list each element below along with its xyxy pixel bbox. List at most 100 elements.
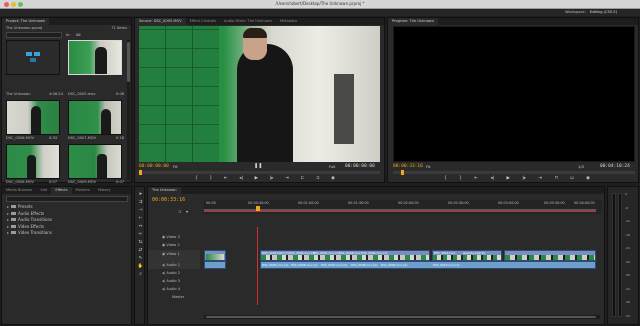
rolling-edit-tool-icon[interactable]: ⊢: [137, 215, 144, 223]
rate-stretch-tool-icon[interactable]: ↔: [137, 223, 144, 231]
thumbnail-clip[interactable]: [68, 40, 122, 75]
track-header-audio-2[interactable]: ◂) Audio 2: [148, 269, 200, 277]
tab-effects[interactable]: Effects: [51, 187, 72, 194]
work-area-bar[interactable]: [204, 209, 596, 212]
track-header-video-2[interactable]: ◉ Video 2: [148, 241, 200, 249]
video-clip[interactable]: [204, 250, 226, 261]
program-resolution-select[interactable]: 1/2: [578, 164, 584, 169]
playhead-handle[interactable]: [256, 206, 260, 211]
step-forward-icon[interactable]: |▸: [522, 176, 526, 182]
slip-tool-icon[interactable]: ⇆: [137, 239, 144, 247]
source-playhead-marker[interactable]: [139, 170, 142, 175]
tab-info[interactable]: Info: [37, 187, 52, 194]
thumbnail-clip[interactable]: [6, 144, 60, 179]
snap-icon[interactable]: ⊃: [178, 209, 181, 214]
speaker-icon[interactable]: ◂): [162, 279, 165, 283]
thumbnail-clip[interactable]: [68, 144, 122, 179]
pen-tool-icon[interactable]: ✎: [137, 255, 144, 263]
disclosure-triangle-icon[interactable]: ▸: [7, 230, 9, 235]
track-header-audio-1[interactable]: ◂) Audio 1: [148, 261, 200, 269]
eye-icon[interactable]: ◉: [162, 235, 165, 239]
tab-source[interactable]: Source: DSC_0005.MOV: [135, 18, 186, 25]
eye-icon[interactable]: ◉: [162, 252, 165, 256]
zoom-tool-icon[interactable]: ⌕: [137, 271, 144, 279]
track-header-master[interactable]: Master: [148, 293, 200, 301]
tab-history[interactable]: History: [94, 187, 115, 194]
effects-folder-video-transitions[interactable]: ▸ Video Transitions: [4, 230, 130, 237]
audio-clip[interactable]: DSC_0005.mov [A] DSC_0006.mov [A] DSC_00…: [260, 261, 596, 269]
disclosure-triangle-icon[interactable]: ▸: [7, 217, 9, 222]
timeline-hscrollbar[interactable]: [204, 315, 600, 319]
track-area[interactable]: DSC_0005.MOV [V] DSC_0006.mov [V] DSC_00…: [204, 227, 602, 305]
source-scrubber[interactable]: [139, 170, 380, 175]
source-timecode-in[interactable]: 00:00:00:00: [139, 164, 169, 169]
mark-in-icon[interactable]: {: [444, 176, 447, 182]
extract-icon[interactable]: ⊔: [570, 176, 573, 182]
pause-icon[interactable]: ❚❚: [254, 163, 262, 169]
razor-tool-icon[interactable]: ✂: [137, 231, 144, 239]
disclosure-triangle-icon[interactable]: ▸: [7, 211, 9, 216]
tab-sequence[interactable]: The Unknown: [148, 187, 181, 194]
insert-icon[interactable]: ⊏: [300, 176, 304, 182]
speaker-icon[interactable]: ◂): [162, 287, 165, 291]
thumbnail-clip[interactable]: [68, 100, 122, 135]
go-to-out-icon[interactable]: ⇥: [538, 176, 542, 182]
search-input[interactable]: [6, 32, 62, 38]
video-clip[interactable]: DSC_0016.mov Opacity:Opacity: [432, 250, 502, 261]
program-timecode-in[interactable]: 00:00:33:16: [393, 164, 423, 169]
mark-out-icon[interactable]: }: [459, 176, 462, 182]
effects-search-input[interactable]: [6, 196, 128, 202]
program-fit-select[interactable]: Fit: [426, 164, 430, 169]
audio-clip[interactable]: [204, 261, 226, 269]
tab-program[interactable]: Program: The Unknown: [388, 18, 439, 25]
step-back-icon[interactable]: ◂|: [239, 176, 243, 182]
video-clip[interactable]: [504, 250, 596, 261]
in-filter-select[interactable]: All: [76, 33, 80, 37]
eye-icon[interactable]: ◉: [162, 243, 165, 247]
playhead-line[interactable]: [257, 227, 258, 305]
project-scrollbar[interactable]: [127, 40, 130, 180]
thumbnail-clip[interactable]: [6, 100, 60, 135]
tab-markers[interactable]: Markers: [72, 187, 94, 194]
play-icon[interactable]: ▶: [255, 176, 258, 182]
overwrite-icon[interactable]: ⊐: [316, 176, 320, 182]
thumbnail-sequence[interactable]: [6, 40, 60, 75]
mark-out-icon[interactable]: }: [209, 176, 212, 182]
program-playhead-marker[interactable]: [401, 170, 404, 175]
source-fit-select[interactable]: Fit: [173, 164, 177, 169]
go-to-in-icon[interactable]: ⇤: [224, 176, 228, 182]
step-back-icon[interactable]: ◂|: [490, 176, 494, 182]
selection-tool-icon[interactable]: ➤: [137, 191, 144, 199]
ripple-edit-tool-icon[interactable]: ⊣: [137, 207, 144, 215]
lift-icon[interactable]: ⊓: [554, 176, 557, 182]
tab-effect-controls[interactable]: Effect Controls: [186, 18, 220, 25]
slide-tool-icon[interactable]: ⇄: [137, 247, 144, 255]
tab-project[interactable]: Project: The Unknown: [2, 18, 50, 25]
disclosure-triangle-icon[interactable]: ▸: [7, 224, 9, 229]
tab-metadata[interactable]: Metadata: [276, 18, 301, 25]
timeline-ruler[interactable]: 00:00 00:00:30:00 00:01:00:00 00:01:30:0…: [204, 200, 602, 214]
go-to-in-icon[interactable]: ⇤: [474, 176, 478, 182]
workspace-select[interactable]: Editing (CS5.5): [590, 10, 617, 14]
speaker-icon[interactable]: ◂): [162, 271, 165, 275]
track-select-tool-icon[interactable]: ⇉: [137, 199, 144, 207]
play-icon[interactable]: ▶: [507, 176, 510, 182]
tab-audio-mixer[interactable]: Audio Mixer: The Unknown: [220, 18, 276, 25]
export-frame-icon[interactable]: ◉: [586, 176, 590, 182]
track-header-video-1[interactable]: ◉ Video 1: [148, 250, 200, 261]
add-marker-icon[interactable]: ▾: [186, 209, 188, 214]
timeline-timecode[interactable]: 00:00:33:16: [152, 197, 185, 203]
tab-media-browser[interactable]: Media Browser: [2, 187, 37, 194]
export-frame-icon[interactable]: ◉: [331, 176, 335, 182]
track-header-audio-3[interactable]: ◂) Audio 3: [148, 277, 200, 285]
go-to-out-icon[interactable]: ⇥: [285, 176, 289, 182]
mark-in-icon[interactable]: {: [195, 176, 198, 182]
speaker-icon[interactable]: ◂): [162, 263, 165, 267]
source-zoom-select[interactable]: Full: [329, 164, 336, 169]
track-header-video-3[interactable]: ◉ Video 3: [148, 233, 200, 241]
hand-tool-icon[interactable]: ✋: [137, 263, 144, 271]
disclosure-triangle-icon[interactable]: ▸: [7, 204, 9, 209]
program-scrubber[interactable]: [393, 170, 635, 175]
track-header-audio-4[interactable]: ◂) Audio 4: [148, 285, 200, 293]
step-forward-icon[interactable]: |▸: [270, 176, 274, 182]
